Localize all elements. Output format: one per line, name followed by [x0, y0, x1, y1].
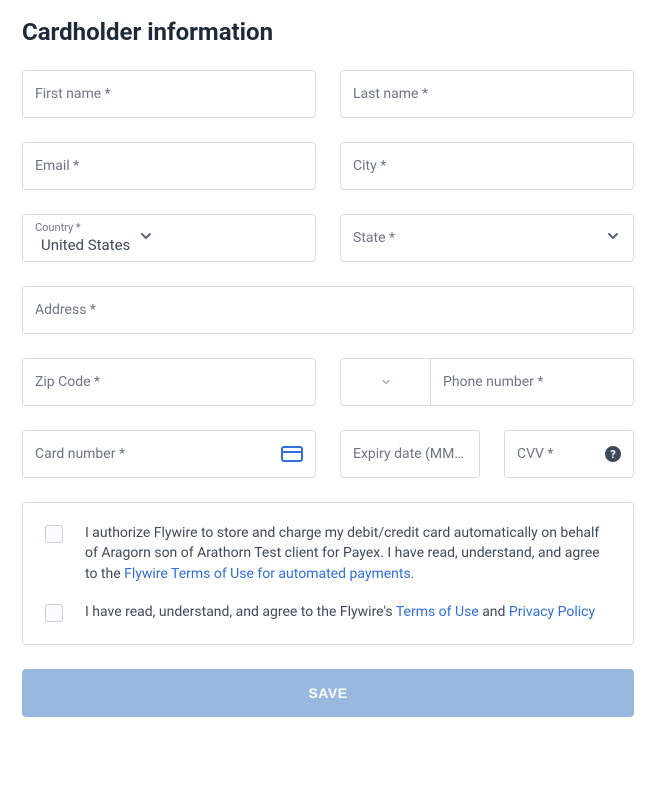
state-placeholder: State * — [353, 230, 597, 246]
phone-placeholder: Phone number * — [443, 374, 543, 390]
cvv-field[interactable]: CVV * ? — [504, 430, 634, 478]
chevron-down-icon — [138, 228, 154, 248]
credit-card-icon — [281, 446, 303, 462]
zip-placeholder: Zip Code * — [35, 374, 303, 390]
city-field[interactable]: City * — [340, 142, 634, 190]
address-placeholder: Address * — [35, 302, 621, 318]
last-name-placeholder: Last name * — [353, 86, 621, 102]
first-name-placeholder: First name * — [35, 86, 303, 102]
email-field[interactable]: Email * — [22, 142, 316, 190]
authorize-checkbox[interactable] — [45, 525, 63, 543]
privacy-policy-link[interactable]: Privacy Policy — [509, 604, 595, 620]
authorize-text: I authorize Flywire to store and charge … — [85, 523, 611, 584]
card-number-field[interactable]: Card number * — [22, 430, 316, 478]
automated-payments-terms-link[interactable]: Flywire Terms of Use for automated payme… — [124, 566, 414, 582]
chevron-down-icon — [380, 373, 392, 392]
phone-number-field[interactable]: Phone number * — [431, 359, 633, 405]
city-placeholder: City * — [353, 158, 621, 174]
phone-group: Phone number * — [340, 358, 634, 406]
page-title: Cardholder information — [22, 18, 634, 46]
phone-country-code-select[interactable] — [341, 359, 431, 405]
country-value: United States — [35, 236, 130, 254]
terms-text: I have read, understand, and agree to th… — [85, 602, 595, 622]
state-select[interactable]: State * — [340, 214, 634, 262]
terms-of-use-link[interactable]: Terms of Use — [396, 604, 479, 620]
help-icon[interactable]: ? — [605, 446, 621, 462]
zip-field[interactable]: Zip Code * — [22, 358, 316, 406]
expiry-field[interactable]: Expiry date (MM/… — [340, 430, 480, 478]
address-field[interactable]: Address * — [22, 286, 634, 334]
first-name-field[interactable]: First name * — [22, 70, 316, 118]
expiry-placeholder: Expiry date (MM/… — [353, 446, 467, 462]
terms-checkbox[interactable] — [45, 604, 63, 622]
card-number-placeholder: Card number * — [35, 446, 273, 462]
country-label: Country * — [35, 221, 81, 234]
last-name-field[interactable]: Last name * — [340, 70, 634, 118]
save-button[interactable]: SAVE — [22, 669, 634, 717]
cvv-placeholder: CVV * — [517, 446, 605, 462]
country-select[interactable]: Country * United States — [22, 214, 316, 262]
consent-box: I authorize Flywire to store and charge … — [22, 502, 634, 645]
chevron-down-icon — [605, 228, 621, 248]
email-placeholder: Email * — [35, 158, 303, 174]
